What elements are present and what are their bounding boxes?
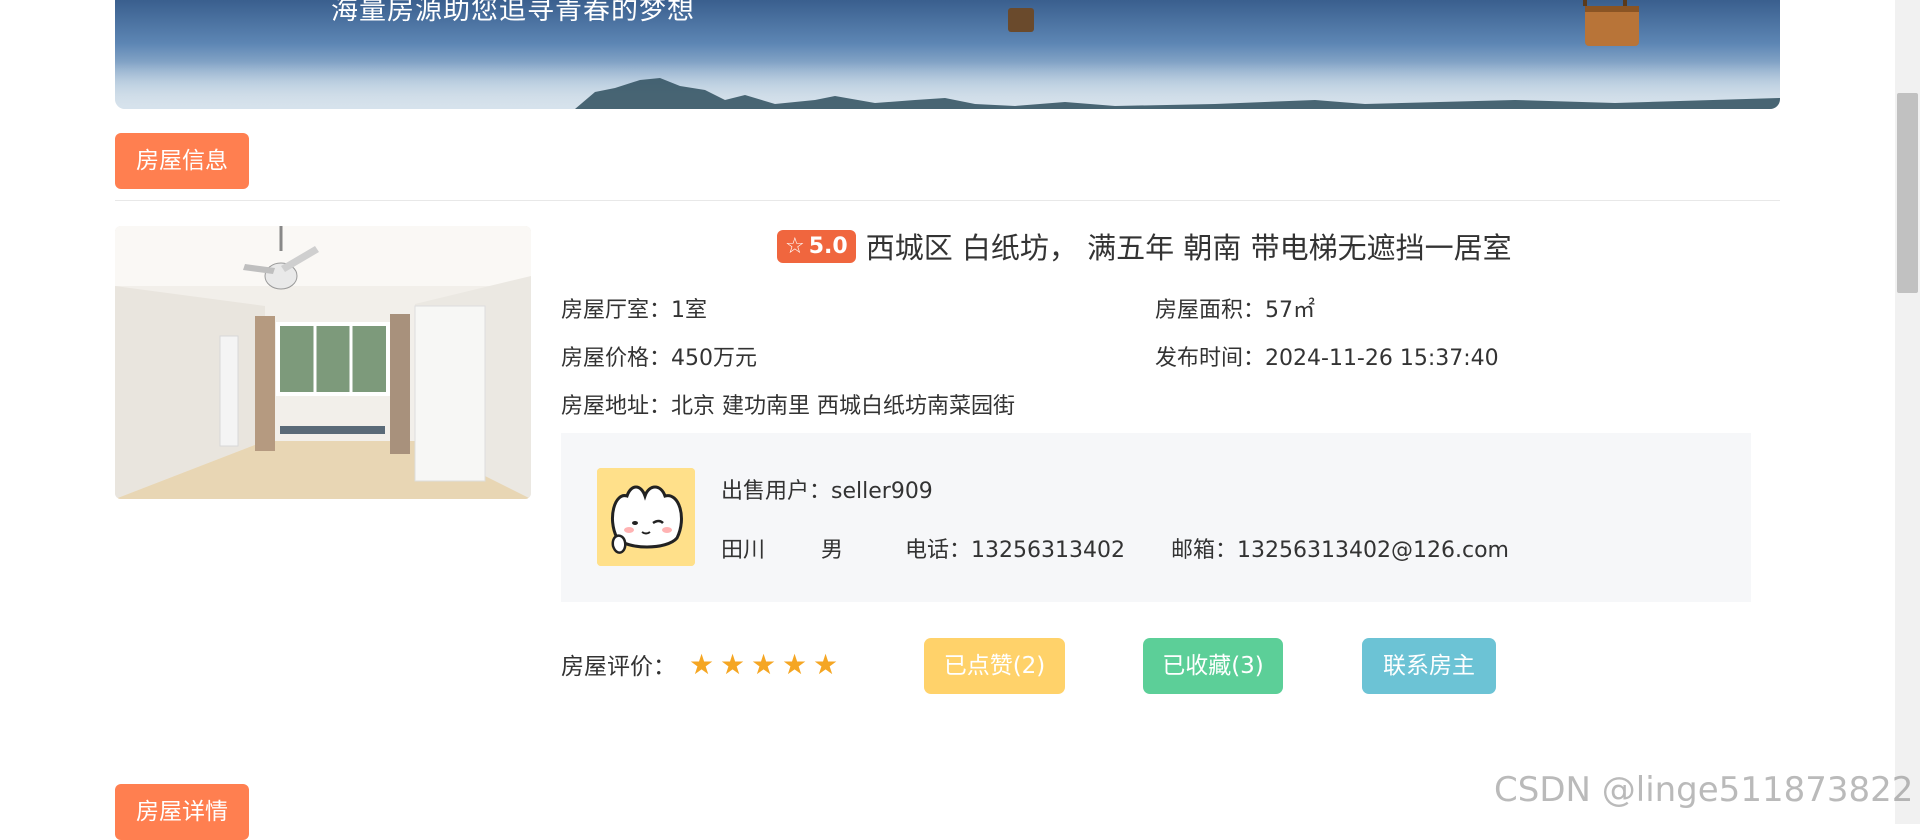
seller-phone-label: 电话： <box>905 538 972 563</box>
like-button[interactable]: 已点赞(2) <box>924 638 1065 694</box>
layout-field: 房屋厅室：1室 <box>561 292 707 324</box>
house-photo[interactable] <box>115 226 531 499</box>
publish-time-label: 发布时间： <box>1155 346 1266 371</box>
watermark: CSDN @linge511873822 <box>1494 770 1914 810</box>
price-field: 房屋价格：450万元 <box>561 340 757 372</box>
star-icon[interactable]: ★ <box>686 648 717 682</box>
area-label: 房屋面积： <box>1155 298 1266 323</box>
evaluation-label: 房屋评价： <box>561 654 676 680</box>
seller-phone-line: 电话：13256313402 <box>905 532 1125 564</box>
star-icon[interactable]: ★ <box>748 648 779 682</box>
layout-value: 1室 <box>671 298 708 323</box>
seller-gender: 男 <box>821 538 844 563</box>
seller-email-value: 13256313402@126.com <box>1237 538 1509 563</box>
area-field: 房屋面积：57㎡ <box>1155 292 1315 324</box>
seller-email-line: 邮箱：13256313402@126.com <box>1171 532 1509 564</box>
star-icon[interactable]: ★ <box>779 648 810 682</box>
seller-avatar[interactable] <box>597 468 695 566</box>
house-detail-tab[interactable]: 房屋详情 <box>115 784 249 840</box>
address-field: 房屋地址：北京 建功南里 西城白纸坊南菜园街 <box>561 388 1015 420</box>
favorite-button[interactable]: 已收藏(3) <box>1143 638 1283 694</box>
seller-card: 出售用户：seller909 田川 男 电话：13256313402 邮箱：13… <box>561 433 1751 602</box>
house-title: 西城区 白纸坊， 满五年 朝南 带电梯无遮挡一居室 <box>865 231 1512 265</box>
price-label: 房屋价格： <box>561 346 672 371</box>
rating-badge: ☆ 5.0 <box>777 229 856 263</box>
seller-user-line: 出售用户：seller909 <box>721 473 933 505</box>
address-label: 房屋地址： <box>561 394 672 419</box>
seller-name: 田川 <box>721 538 766 563</box>
room-image <box>115 226 531 499</box>
seller-user-label: 出售用户： <box>721 479 832 504</box>
seller-user-value: seller909 <box>831 479 933 504</box>
hero-banner: 海量房源助您追寻青春的梦想 <box>115 0 1780 109</box>
layout-label: 房屋厅室： <box>561 298 672 323</box>
publish-time-field: 发布时间：2024-11-26 15:37:40 <box>1155 340 1499 372</box>
publish-time-value: 2024-11-26 15:37:40 <box>1265 346 1499 371</box>
house-info-tab[interactable]: 房屋信息 <box>115 133 249 189</box>
area-value: 57㎡ <box>1265 298 1316 323</box>
contact-owner-button[interactable]: 联系房主 <box>1362 638 1496 694</box>
star-outline-icon: ☆ <box>785 233 805 259</box>
seller-phone-value: 13256313402 <box>971 538 1125 563</box>
seller-email-label: 邮箱： <box>1171 538 1238 563</box>
price-value: 450万元 <box>671 346 758 371</box>
section-divider <box>115 200 1780 201</box>
scrollbar-thumb[interactable] <box>1897 93 1918 293</box>
rating-stars[interactable]: ★ ★ ★ ★ ★ <box>686 648 841 682</box>
address-value: 北京 建功南里 西城白纸坊南菜园街 <box>671 394 1016 419</box>
page-scrollbar[interactable] <box>1895 0 1920 824</box>
house-title-row: ☆ 5.0 西城区 白纸坊， 满五年 朝南 带电梯无遮挡一居室 <box>777 224 1512 268</box>
star-icon[interactable]: ★ <box>717 648 748 682</box>
banner-slogan: 海量房源助您追寻青春的梦想 <box>331 0 695 26</box>
rating-value: 5.0 <box>808 233 848 259</box>
star-icon[interactable]: ★ <box>810 648 841 682</box>
avatar-illustration <box>597 468 695 566</box>
